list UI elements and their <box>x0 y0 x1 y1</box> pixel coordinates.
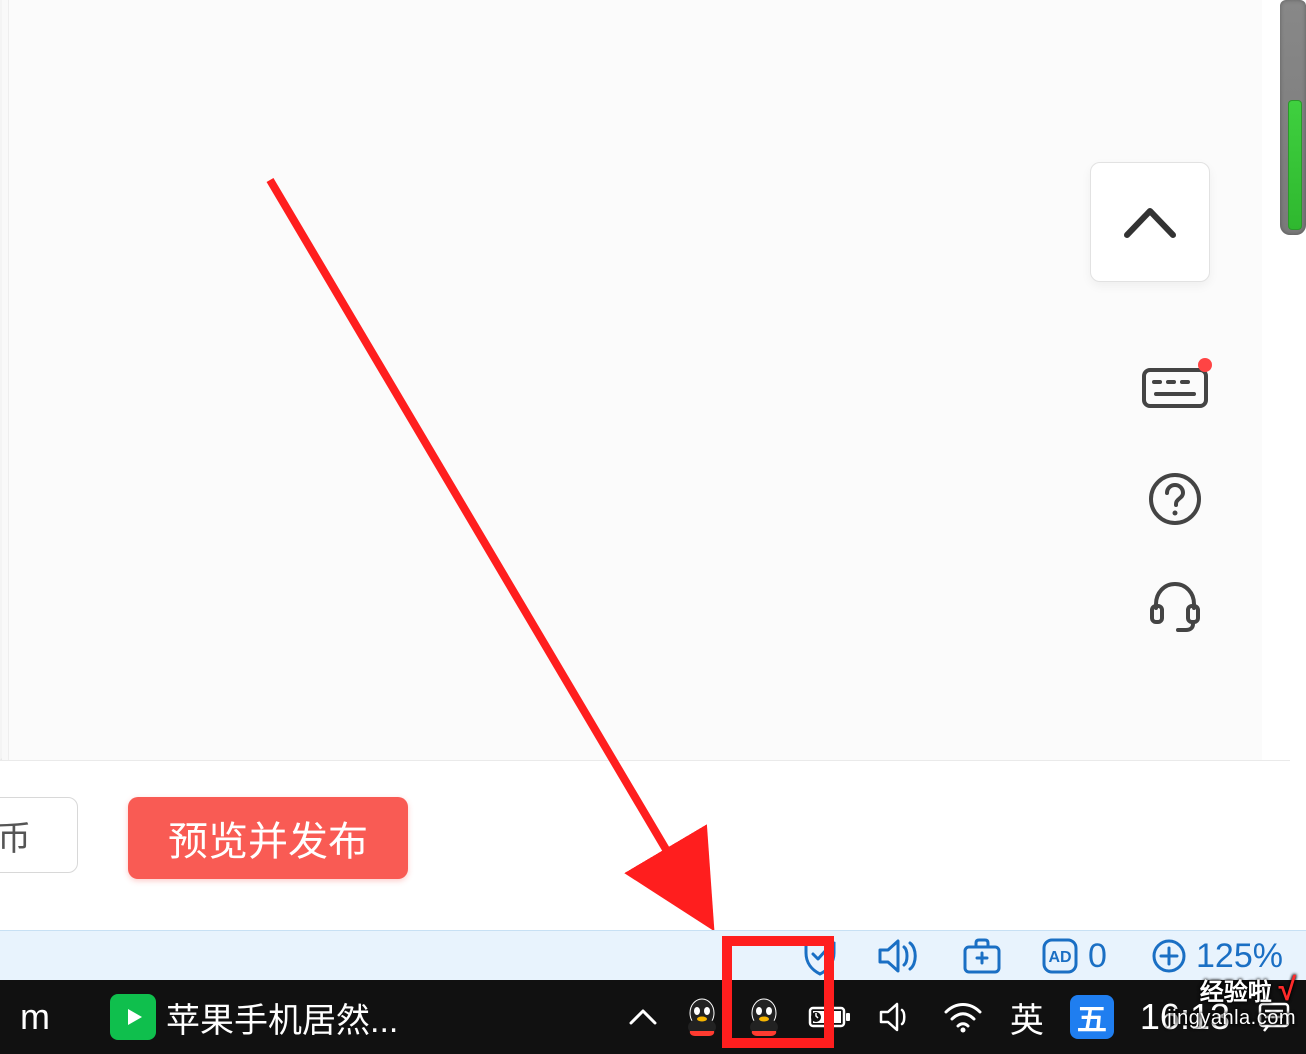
headset-icon <box>1146 576 1204 634</box>
preview-publish-label: 预览并发布 <box>168 809 368 867</box>
taskbar-app-fragment[interactable]: m <box>0 996 50 1038</box>
editor-canvas[interactable] <box>9 0 1262 760</box>
adblock-indicator[interactable]: AD 0 <box>1040 937 1107 975</box>
chevron-up-icon <box>1123 205 1177 239</box>
browser-status-bar: AD 0 125% <box>0 930 1306 980</box>
currency-button-label: 币 <box>0 811 31 860</box>
editor-area <box>0 0 1260 760</box>
help-button[interactable] <box>1140 464 1210 534</box>
medkit-icon <box>962 937 1002 975</box>
shield-icon <box>802 936 838 976</box>
action-bar: 币 预览并发布 <box>0 760 1290 930</box>
support-button[interactable] <box>1140 570 1210 640</box>
extensions-button[interactable] <box>962 937 1002 975</box>
preview-publish-button[interactable]: 预览并发布 <box>128 797 408 879</box>
windows-taskbar: m 苹果手机居然... 英 五 16:13 <box>0 980 1306 1054</box>
scroll-to-top-button[interactable] <box>1090 162 1210 282</box>
qq-icon-2[interactable] <box>746 997 782 1037</box>
watermark-title: 经验啦 <box>1200 979 1272 1006</box>
ime-language[interactable]: 英 <box>1010 993 1044 1042</box>
adblock-icon: AD <box>1040 936 1080 976</box>
taskbar-app-iqiyi[interactable]: 苹果手机居然... <box>110 993 398 1042</box>
shield-indicator[interactable] <box>802 937 838 975</box>
zoom-in-icon <box>1150 937 1188 975</box>
adblock-count: 0 <box>1088 937 1107 976</box>
help-icon <box>1147 471 1203 527</box>
ime-engine-label: 五 <box>1077 995 1107 1039</box>
taskbar-app-title: 苹果手机居然... <box>166 993 398 1042</box>
svg-text:AD: AD <box>1048 949 1071 966</box>
editor-left-margin <box>2 0 9 760</box>
battery-icon[interactable] <box>808 1004 852 1030</box>
speaker-icon <box>876 937 920 975</box>
qq-icon[interactable] <box>684 997 720 1037</box>
ime-engine-badge[interactable]: 五 <box>1070 995 1114 1039</box>
zoom-control[interactable]: 125% <box>1150 937 1283 975</box>
wifi-icon[interactable] <box>942 1000 984 1034</box>
checkmark-icon: √ <box>1278 971 1296 1007</box>
watermark: 经验啦 √ jingyanla.com <box>1167 972 1296 1029</box>
zoom-level: 125% <box>1196 937 1283 976</box>
iqiyi-icon <box>110 994 156 1040</box>
tray-overflow-button[interactable] <box>628 1007 658 1027</box>
notification-dot <box>1198 358 1212 372</box>
keyboard-icon <box>1142 362 1208 408</box>
keyboard-button[interactable] <box>1140 350 1210 420</box>
volume-icon[interactable] <box>878 1001 916 1033</box>
sound-indicator[interactable] <box>876 937 920 975</box>
currency-button[interactable]: 币 <box>0 797 78 873</box>
volume-gauge-fill <box>1288 100 1302 230</box>
watermark-url: jingyanla.com <box>1167 1007 1296 1029</box>
